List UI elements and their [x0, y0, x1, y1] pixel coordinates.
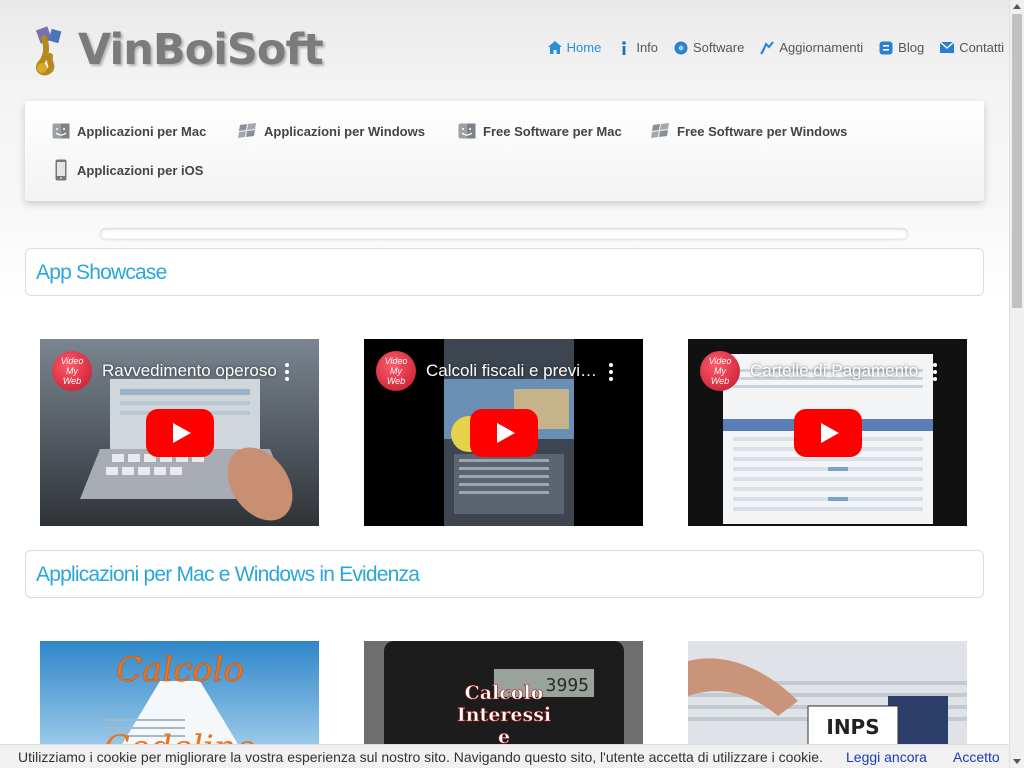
- scroll-up-arrow-icon[interactable]: [1013, 4, 1021, 9]
- nav-blog[interactable]: Blog: [879, 40, 924, 55]
- featured-app-3-label: INPS: [826, 715, 879, 739]
- blog-icon: [879, 41, 893, 55]
- vertical-scrollbar[interactable]: [1009, 0, 1024, 768]
- scroll-down-arrow-icon[interactable]: [1013, 759, 1021, 764]
- nav-contatti-label: Contatti: [959, 40, 1004, 55]
- nav-software[interactable]: Software: [674, 40, 744, 55]
- youtube-play-icon[interactable]: [794, 409, 862, 457]
- showcase-section-title: App Showcase: [36, 261, 167, 284]
- category-free-mac-label: Free Software per Mac: [483, 123, 622, 139]
- nav-info-label: Info: [636, 40, 659, 55]
- showcase-section-header: App Showcase: [25, 248, 984, 296]
- cookie-banner: Utilizziamo i cookie per migliorare la v…: [0, 744, 1009, 768]
- logo-saxophone-icon: [28, 24, 74, 76]
- featured-app-2-word2: Interessi: [457, 704, 551, 726]
- category-windows-apps[interactable]: Applicazioni per Windows: [238, 121, 425, 141]
- site-logo[interactable]: VinBoiSoft: [28, 22, 324, 78]
- software-icon: [674, 41, 688, 55]
- page: VinBoiSoft Home Info Software Aggiorname…: [0, 0, 1009, 768]
- video-title[interactable]: Ravvedimento operoso: [102, 361, 282, 381]
- windows-icon: [238, 121, 258, 141]
- category-free-windows-label: Free Software per Windows: [677, 123, 848, 139]
- category-menu: Applicazioni per Mac Applicazioni per Wi…: [25, 101, 984, 201]
- logo-text: VinBoiSoft: [78, 25, 324, 75]
- home-icon: [547, 41, 562, 55]
- featured-app-1-word1: Calcolo: [116, 650, 244, 690]
- nav-software-label: Software: [693, 40, 745, 55]
- video-player-1[interactable]: Video My Web Ravvedimento operoso: [40, 339, 319, 526]
- top-navigation: Home Info Software Aggiornamenti Blog Co…: [532, 40, 1004, 55]
- mac-finder-icon: [51, 121, 71, 141]
- nav-home-label: Home: [566, 40, 602, 55]
- category-free-windows[interactable]: Free Software per Windows: [651, 121, 847, 141]
- category-ios-apps[interactable]: Applicazioni per iOS: [51, 159, 204, 181]
- windows-icon: [651, 121, 671, 141]
- channel-avatar[interactable]: Video My Web: [52, 351, 92, 391]
- nav-aggiornamenti[interactable]: Aggiornamenti: [760, 40, 863, 55]
- cookie-read-more-link[interactable]: Leggi ancora: [846, 749, 927, 765]
- cookie-accept-button[interactable]: Accetto: [953, 749, 1000, 765]
- category-ios-apps-label: Applicazioni per iOS: [77, 162, 204, 178]
- featured-app-2-word1: Calcolo: [465, 682, 544, 704]
- nav-home[interactable]: Home: [547, 40, 602, 55]
- update-icon: [760, 40, 775, 55]
- youtube-play-icon[interactable]: [146, 409, 214, 457]
- slider-track: [100, 228, 908, 239]
- nav-info[interactable]: Info: [617, 40, 658, 55]
- nav-blog-label: Blog: [898, 40, 925, 55]
- cookie-message: Utilizziamo i cookie per migliorare la v…: [18, 749, 823, 765]
- nav-contatti[interactable]: Contatti: [940, 40, 1004, 55]
- featured-app-2-display: 3995: [546, 675, 589, 696]
- youtube-play-icon[interactable]: [470, 409, 538, 457]
- scrollbar-thumb[interactable]: [1012, 14, 1022, 308]
- more-options-icon[interactable]: [285, 363, 289, 381]
- featured-section-title: Applicazioni per Mac e Windows in Eviden…: [36, 563, 420, 586]
- category-mac-apps-label: Applicazioni per Mac: [77, 123, 207, 139]
- more-options-icon[interactable]: [933, 363, 937, 381]
- channel-avatar[interactable]: Video My Web: [700, 351, 740, 391]
- video-title[interactable]: Calcoli fiscali e previdenziali: [426, 361, 606, 381]
- featured-section-header: Applicazioni per Mac e Windows in Eviden…: [25, 550, 984, 598]
- iphone-icon: [51, 159, 71, 181]
- mac-finder-icon: [457, 121, 477, 141]
- category-windows-apps-label: Applicazioni per Windows: [264, 123, 425, 139]
- video-player-2[interactable]: VideoMyWeb Calcoli fiscali e previdenzia…: [364, 339, 643, 526]
- category-free-mac[interactable]: Free Software per Mac: [457, 121, 622, 141]
- mail-icon: [940, 41, 955, 55]
- more-options-icon[interactable]: [609, 363, 613, 381]
- category-mac-apps[interactable]: Applicazioni per Mac: [51, 121, 206, 141]
- video-title[interactable]: Cartelle di Pagamento: [750, 361, 930, 381]
- video-player-3[interactable]: Video My Web Cartelle di Pagamento: [688, 339, 967, 526]
- info-icon: [617, 40, 631, 55]
- nav-aggiornamenti-label: Aggiornamenti: [779, 40, 864, 55]
- channel-avatar[interactable]: Video My Web: [376, 351, 416, 391]
